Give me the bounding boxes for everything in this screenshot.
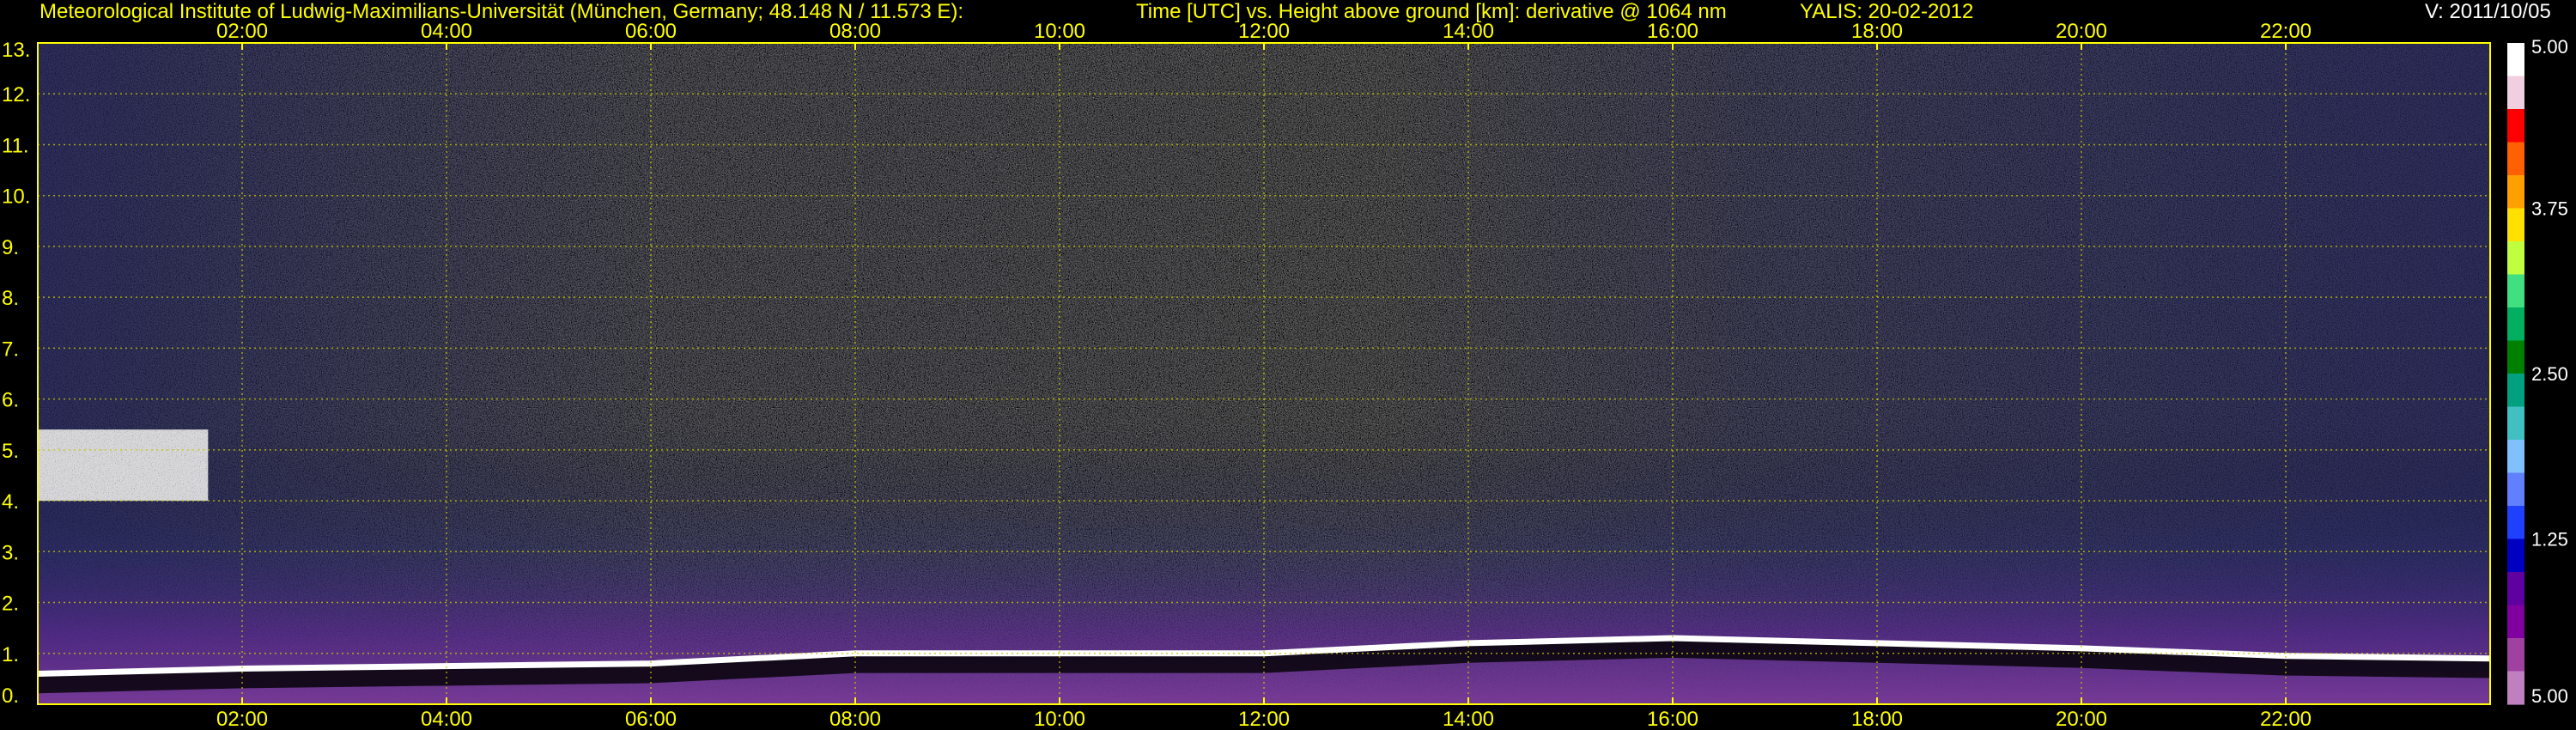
y-tick-label: 3. [2, 541, 19, 564]
colorbar-segment [2507, 671, 2524, 705]
colorbar-tick-label: 2.50 [2531, 363, 2568, 385]
x-tick-label-top: 16:00 [1647, 20, 1698, 43]
x-tick-label-top: 18:00 [1851, 20, 1903, 43]
x-tick-label-bottom: 18:00 [1851, 708, 1903, 730]
x-tick-label-bottom: 22:00 [2260, 708, 2312, 730]
x-tick-label-bottom: 20:00 [2056, 708, 2107, 730]
colorbar: 5.00 3.75 2.50 1.25 5.00 [2507, 36, 2568, 707]
y-tick-label: 13. [2, 39, 30, 62]
colorbar-segment [2507, 472, 2524, 507]
colorbar-segment [2507, 307, 2524, 342]
x-tick-label-bottom: 16:00 [1647, 708, 1698, 730]
colorbar-segment [2507, 142, 2524, 176]
colorbar-segment [2507, 538, 2524, 573]
x-tick-label-top: 20:00 [2056, 20, 2107, 43]
y-tick-label: 9. [2, 236, 19, 259]
y-tick-label: 0. [2, 684, 19, 708]
colorbar-segment [2507, 605, 2524, 639]
x-tick-label-top: 04:00 [421, 20, 472, 43]
y-tick-label: 8. [2, 287, 19, 310]
colorbar-tick-label: 5.00 [2531, 685, 2568, 707]
colorbar-tick-label: 5.00 [2531, 36, 2568, 58]
colorbar-tick-label: 1.25 [2531, 529, 2568, 551]
colorbar-segment [2507, 175, 2524, 210]
y-tick-label: 10. [2, 186, 30, 209]
x-tick-label-top: 22:00 [2260, 20, 2312, 43]
x-tick-label-top: 10:00 [1034, 20, 1085, 43]
colorbar-segment [2507, 340, 2524, 374]
colorbar-segment [2507, 572, 2524, 606]
y-tick-label: 7. [2, 338, 19, 361]
x-tick-label-bottom: 14:00 [1443, 708, 1494, 730]
lidar-heatmap-chart: 02:00 02:00 04:00 04:00 06:00 06:00 08:00 08:00… [2, 20, 2568, 730]
x-tick-label-bottom: 04:00 [421, 708, 472, 730]
colorbar-segment [2507, 274, 2524, 308]
x-tick-label-top: 02:00 [216, 20, 268, 43]
x-tick-label-bottom: 06:00 [625, 708, 677, 730]
colorbar-segment [2507, 406, 2524, 441]
colorbar-tick-label: 3.75 [2531, 198, 2568, 220]
colorbar-segment [2507, 241, 2524, 276]
y-tick-label: 12. [2, 83, 30, 106]
y-tick-label: 4. [2, 490, 19, 514]
x-tick-label-top: 08:00 [829, 20, 881, 43]
colorbar-segment [2507, 374, 2524, 408]
colorbar-segment [2507, 506, 2524, 540]
colorbar-segment [2507, 43, 2524, 77]
colorbar-segment [2507, 440, 2524, 474]
colorbar-segment [2507, 638, 2524, 672]
y-tick-label: 2. [2, 593, 19, 616]
x-tick-label-bottom: 10:00 [1034, 708, 1085, 730]
x-tick-label-bottom: 02:00 [216, 708, 268, 730]
x-tick-label-bottom: 12:00 [1238, 708, 1290, 730]
y-tick-label: 6. [2, 389, 19, 412]
y-tick-label: 5. [2, 440, 19, 463]
x-tick-label-top: 12:00 [1238, 20, 1290, 43]
y-tick-label: 11. [2, 134, 29, 157]
x-tick-label-top: 14:00 [1443, 20, 1494, 43]
colorbar-segment [2507, 208, 2524, 242]
x-tick-label-top: 06:00 [625, 20, 677, 43]
colorbar-segment [2507, 109, 2524, 143]
y-tick-label: 1. [2, 643, 19, 666]
cloud-layer-texture [38, 429, 209, 502]
colorbar-segment [2507, 76, 2524, 110]
x-tick-label-bottom: 08:00 [829, 708, 881, 730]
